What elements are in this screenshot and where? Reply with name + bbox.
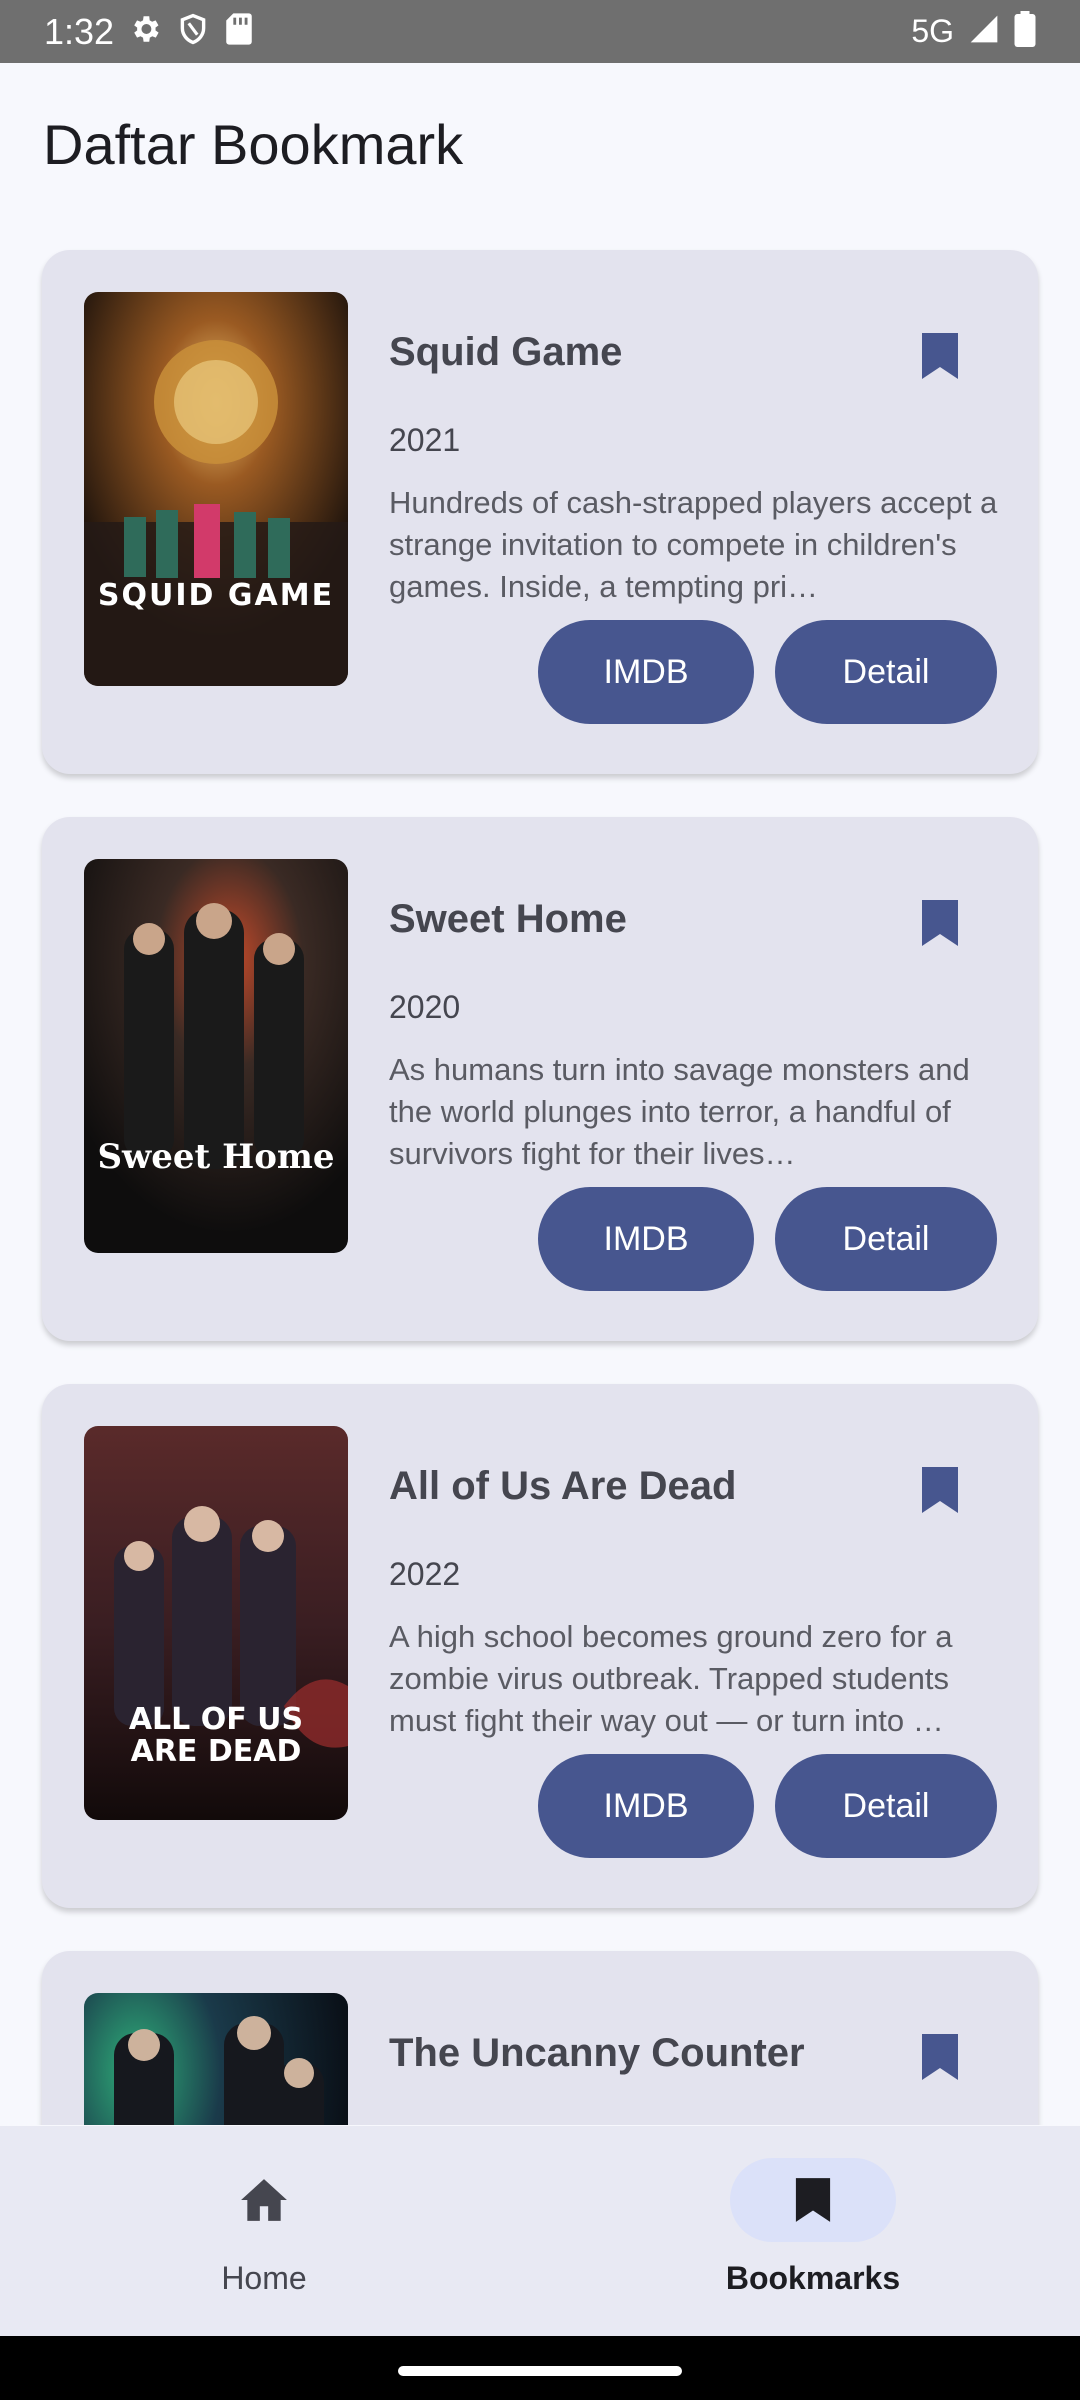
bookmark-button[interactable] bbox=[912, 328, 968, 384]
movie-overview: Hundreds of cash-strapped players accept… bbox=[389, 485, 998, 604]
detail-button[interactable]: Detail bbox=[775, 1754, 997, 1858]
detail-button[interactable]: Detail bbox=[775, 620, 997, 724]
status-bar: 1:32 5G bbox=[0, 0, 1080, 63]
bookmark-button[interactable] bbox=[912, 2029, 968, 2085]
nav-label-home: Home bbox=[221, 2260, 307, 2296]
status-time: 1:32 bbox=[44, 10, 115, 52]
imdb-button[interactable]: IMDB bbox=[538, 1187, 754, 1291]
nav-pill-home bbox=[181, 2158, 347, 2242]
poster-image: Sweet Home bbox=[84, 859, 348, 1253]
imdb-button[interactable]: IMDB bbox=[538, 620, 754, 724]
detail-button[interactable]: Detail bbox=[775, 1187, 997, 1291]
nav-label-bookmarks: Bookmarks bbox=[725, 2260, 901, 2296]
movie-overview: As humans turn into savage monsters and … bbox=[389, 1052, 970, 1171]
nav-item-home[interactable]: Home bbox=[114, 2158, 414, 2318]
poster-title-art: Sweet Home bbox=[97, 1137, 335, 1177]
bookmark-button[interactable] bbox=[912, 1462, 968, 1518]
bookmark-icon bbox=[922, 900, 958, 946]
home-icon bbox=[241, 2179, 287, 2221]
bookmark-card[interactable]: Sweet Home Sweet Home 2020 As humans tur… bbox=[42, 817, 1038, 1341]
movie-year: 2021 bbox=[389, 422, 461, 458]
status-right: 5G bbox=[911, 11, 1036, 52]
settings-icon bbox=[128, 12, 162, 51]
movie-title: Sweet Home bbox=[389, 897, 627, 941]
nav-pill-bookmarks bbox=[730, 2158, 896, 2242]
bookmark-icon bbox=[922, 1467, 958, 1513]
poster-title-art: SQUID GAME bbox=[97, 578, 335, 613]
poster-title-art: ALL OF US ARE DEAD bbox=[128, 1702, 304, 1769]
bookmark-icon bbox=[795, 2178, 831, 2222]
movie-title: The Uncanny Counter bbox=[389, 2031, 805, 2075]
status-left: 1:32 bbox=[44, 11, 254, 53]
movie-title: Squid Game bbox=[389, 330, 623, 374]
movie-overview: A high school becomes ground zero for a … bbox=[389, 1619, 953, 1738]
home-gesture-handle[interactable] bbox=[398, 2366, 682, 2376]
signal-icon bbox=[968, 13, 1000, 50]
poster-image bbox=[84, 1993, 348, 2125]
movie-year: 2020 bbox=[389, 989, 461, 1025]
movie-title: All of Us Are Dead bbox=[389, 1464, 737, 1508]
bookmark-icon bbox=[922, 2034, 958, 2080]
bookmark-button[interactable] bbox=[912, 895, 968, 951]
bottom-navigation: Home Bookmarks bbox=[0, 2126, 1080, 2336]
bookmark-icon bbox=[922, 333, 958, 379]
system-gesture-bar bbox=[0, 2336, 1080, 2400]
page-title: Daftar Bookmark bbox=[43, 113, 464, 176]
bookmark-card[interactable]: SQUID GAME Squid Game 2021 Hundreds of c… bbox=[42, 250, 1038, 774]
bookmark-list[interactable]: SQUID GAME Squid Game 2021 Hundreds of c… bbox=[0, 240, 1080, 2125]
imdb-button[interactable]: IMDB bbox=[538, 1754, 754, 1858]
nav-item-bookmarks[interactable]: Bookmarks bbox=[663, 2158, 963, 2318]
battery-icon bbox=[1014, 11, 1036, 52]
shield-icon bbox=[176, 12, 210, 51]
bookmark-card[interactable]: ALL OF US ARE DEAD All of Us Are Dead 20… bbox=[42, 1384, 1038, 1908]
poster-image: SQUID GAME bbox=[84, 292, 348, 686]
sim-card-icon bbox=[224, 12, 254, 51]
bookmark-card[interactable]: The Uncanny Counter bbox=[42, 1951, 1038, 2125]
poster-image: ALL OF US ARE DEAD bbox=[84, 1426, 348, 1820]
network-type: 5G bbox=[911, 13, 954, 49]
movie-year: 2022 bbox=[389, 1556, 461, 1592]
